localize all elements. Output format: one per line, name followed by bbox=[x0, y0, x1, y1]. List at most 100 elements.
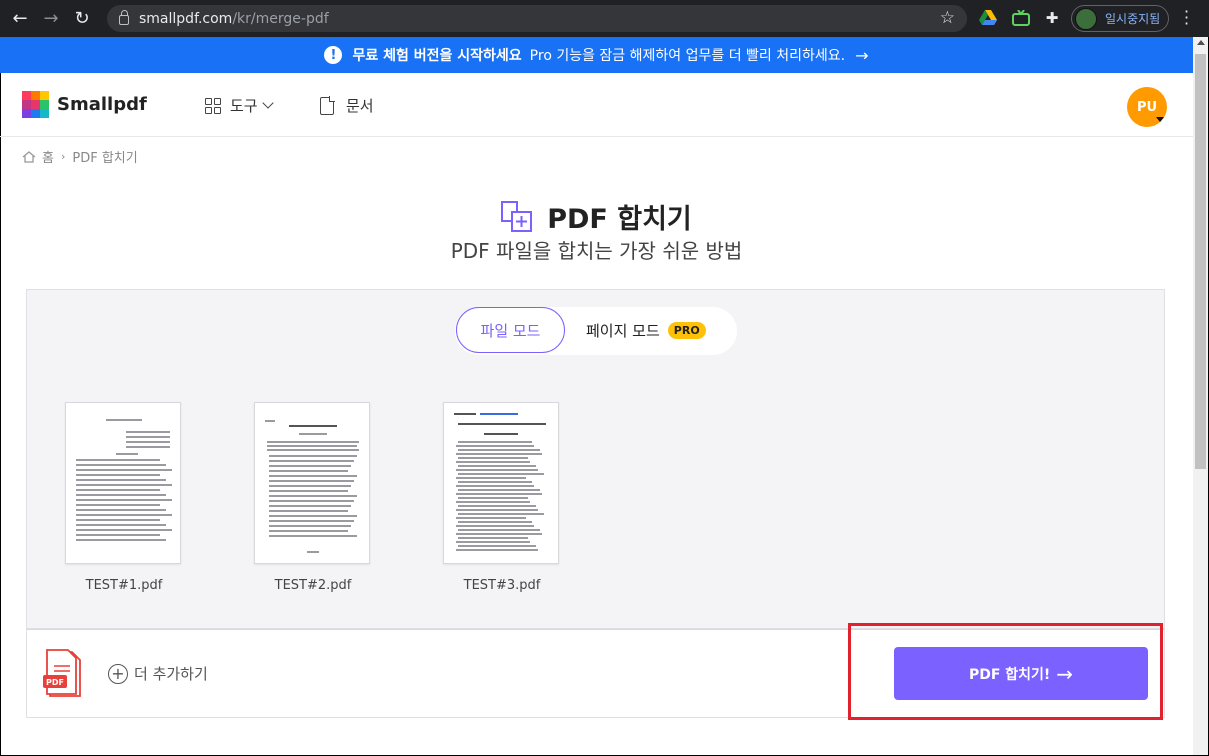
page-subtitle: PDF 파일을 합치는 가장 쉬운 방법 bbox=[450, 239, 743, 263]
nav-tools[interactable]: 도구 bbox=[205, 95, 274, 116]
menu-kebab-icon[interactable]: · · · bbox=[1184, 4, 1189, 32]
thumbnail-text-line bbox=[269, 505, 351, 507]
file-mode-tab[interactable]: 파일 모드 bbox=[456, 307, 565, 353]
thumbnail-text-line bbox=[458, 537, 528, 539]
thumbnail-text-line bbox=[76, 474, 160, 476]
tv-extension-icon[interactable] bbox=[1011, 8, 1031, 28]
thumbnail-text-line bbox=[267, 445, 357, 447]
profile-button[interactable]: 일시중지됨 bbox=[1071, 5, 1169, 32]
file-workspace: 파일 모드 페이지 모드 PRO TEST#1.pdf TEST#2.pdf T… bbox=[26, 289, 1165, 629]
thumbnail-text-line bbox=[126, 446, 170, 448]
forward-icon[interactable]: → bbox=[40, 8, 62, 30]
back-icon[interactable]: ← bbox=[9, 8, 31, 30]
nav-documents[interactable]: 문서 bbox=[320, 95, 374, 116]
pdf-file-icon: PDF bbox=[43, 649, 81, 697]
thumbnail-text-line bbox=[456, 525, 534, 527]
thumbnail-text-line bbox=[456, 461, 530, 463]
thumbnail-text-line bbox=[267, 449, 359, 451]
thumbnail-text-line bbox=[76, 484, 172, 486]
breadcrumb: 홈 › PDF 합치기 bbox=[22, 147, 138, 166]
pdf-thumbnail[interactable] bbox=[65, 402, 181, 564]
highlight-box bbox=[848, 623, 1163, 720]
banner-text: Pro 기능을 잠금 해제하여 업무를 더 빨리 처리하세요. bbox=[529, 48, 846, 64]
file-name: TEST#3.pdf bbox=[463, 578, 541, 593]
bookmark-star-icon[interactable]: ☆ bbox=[940, 8, 955, 28]
thumbnail-text-line bbox=[76, 459, 160, 461]
thumbnail-text-line bbox=[299, 433, 327, 435]
logo-text: Smallpdf bbox=[57, 94, 147, 115]
thumbnail-text-line bbox=[458, 457, 528, 459]
thumbnail-text-line bbox=[126, 436, 170, 438]
thumbnail-text-line bbox=[269, 490, 348, 492]
home-icon[interactable] bbox=[22, 150, 36, 163]
profile-status: 일시중지됨 bbox=[1105, 12, 1161, 26]
file-card[interactable]: TEST#2.pdf bbox=[254, 402, 372, 593]
thumbnail-text-line bbox=[456, 509, 538, 511]
page-mode-tab[interactable]: 페이지 모드 PRO bbox=[586, 307, 706, 353]
thumbnail-text-line bbox=[456, 517, 526, 519]
page-scrollbar[interactable] bbox=[1193, 37, 1208, 755]
arrow-right-icon: → bbox=[855, 45, 869, 65]
promo-banner[interactable]: ! 무료 체험 버전을 시작하세요 Pro 기능을 잠금 해제하여 업무를 더 … bbox=[0, 37, 1193, 73]
thumbnail-text-line bbox=[458, 449, 540, 451]
file-card[interactable]: TEST#1.pdf bbox=[65, 402, 183, 593]
pdf-icon-label: PDF bbox=[46, 678, 64, 687]
drive-extension-icon[interactable] bbox=[978, 8, 998, 28]
thumbnail-text-line bbox=[269, 460, 354, 462]
thumbnail-text-line bbox=[458, 529, 540, 531]
thumbnail-text-line bbox=[289, 425, 337, 427]
page-mode-label: 페이지 모드 bbox=[586, 321, 660, 340]
thumbnail-text-line bbox=[76, 514, 172, 516]
thumbnail-text-line bbox=[458, 441, 532, 443]
thumbnail-text-line bbox=[76, 499, 172, 501]
pdf-thumbnail[interactable] bbox=[443, 402, 559, 564]
thumbnail-text-line bbox=[456, 541, 530, 543]
title-row: PDF 합치기 bbox=[0, 197, 1193, 236]
profile-avatar bbox=[1075, 7, 1097, 30]
add-more-button[interactable]: + 더 추가하기 bbox=[108, 663, 208, 684]
thumbnail-text-line bbox=[458, 481, 532, 483]
mode-switch: 파일 모드 페이지 모드 PRO bbox=[455, 307, 737, 355]
thumbnail-text-line bbox=[106, 419, 142, 421]
lock-icon bbox=[119, 9, 129, 25]
scroll-up-icon[interactable] bbox=[1197, 40, 1205, 45]
add-more-label: 더 추가하기 bbox=[134, 665, 208, 683]
reload-icon[interactable]: ↻ bbox=[71, 8, 93, 30]
browser-toolbar: ← → ↻ smallpdf.com /kr/merge-pdf ☆ ✚ 일시중… bbox=[0, 0, 1209, 37]
thumbnail-text-line bbox=[269, 485, 351, 487]
thumbnail-text-line bbox=[116, 453, 138, 455]
thumbnail-text-line bbox=[76, 469, 172, 471]
thumbnail-text-line bbox=[265, 420, 275, 422]
thumbnail-text-line bbox=[458, 465, 536, 467]
logo[interactable]: Smallpdf bbox=[22, 91, 147, 118]
thumbnail-text-line bbox=[76, 529, 172, 531]
thumbnail-text-line bbox=[458, 521, 532, 523]
url-path: /kr/merge-pdf bbox=[232, 10, 329, 27]
thumbnail-text-line bbox=[269, 495, 357, 497]
merge-pdf-icon bbox=[501, 200, 533, 232]
thumbnail-text-line bbox=[269, 535, 357, 537]
thumbnail-text-line bbox=[456, 445, 534, 447]
thumbnail-text-line bbox=[269, 520, 354, 522]
thumbnail-text-line bbox=[76, 534, 160, 536]
address-bar[interactable]: smallpdf.com /kr/merge-pdf ☆ bbox=[107, 5, 967, 32]
breadcrumb-separator: › bbox=[60, 150, 66, 163]
extensions-puzzle-icon[interactable]: ✚ bbox=[1042, 8, 1062, 28]
file-name: TEST#1.pdf bbox=[85, 578, 163, 593]
document-icon bbox=[320, 95, 335, 115]
page-title: PDF 합치기 bbox=[547, 204, 692, 235]
pdf-thumbnail[interactable] bbox=[254, 402, 370, 564]
thumbnail-text-line bbox=[76, 509, 166, 511]
thumbnail-text-line bbox=[456, 533, 542, 535]
nav-docs-label: 문서 bbox=[346, 97, 374, 115]
thumbnail-text-line bbox=[458, 545, 536, 547]
breadcrumb-home[interactable]: 홈 bbox=[42, 147, 54, 166]
thumbnail-text-line bbox=[456, 501, 530, 503]
file-card[interactable]: TEST#3.pdf bbox=[443, 402, 561, 593]
scroll-thumb[interactable] bbox=[1195, 54, 1206, 469]
caret-down-icon[interactable] bbox=[1156, 117, 1164, 122]
chevron-down-icon bbox=[261, 96, 274, 109]
thumbnail-text-line bbox=[269, 465, 351, 467]
thumbnail-text-line bbox=[269, 530, 348, 532]
thumbnail-text-line bbox=[456, 469, 538, 471]
